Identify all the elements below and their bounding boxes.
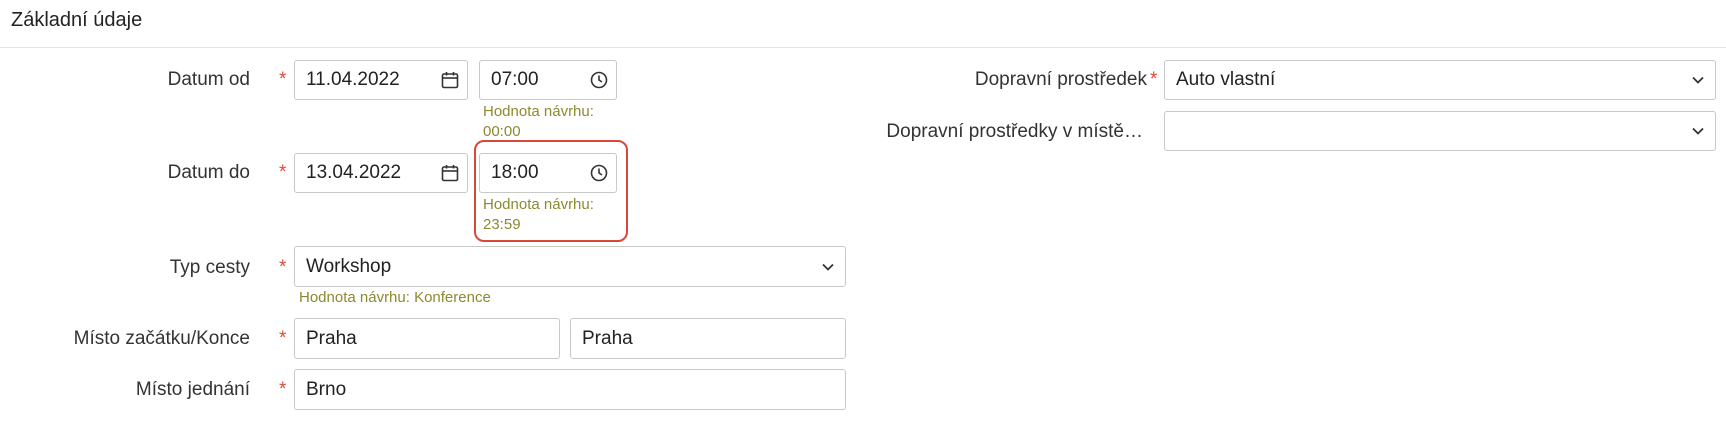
typ-cesty-value: Workshop — [306, 255, 392, 277]
datum-od-hint-line1: Hodnota návrhu: — [483, 103, 594, 120]
misto-jednani-value: Brno — [306, 378, 347, 400]
datum-do-date-input[interactable]: 13.04.2022 — [294, 153, 468, 193]
required-mark: * — [279, 69, 287, 90]
misto-konce-input[interactable]: Praha — [570, 318, 846, 359]
typ-cesty-hint: Hodnota návrhu: Konference — [299, 289, 491, 306]
section-title: Základní údaje — [11, 9, 143, 31]
calendar-icon[interactable] — [433, 154, 467, 192]
dopravni-prostredek-label: Dopravní prostředek — [974, 69, 1147, 90]
misto-zacatku-label: Místo začátku/Konce — [73, 328, 250, 349]
dopravni-prostredek-value: Auto vlastní — [1176, 69, 1276, 90]
calendar-icon[interactable] — [433, 61, 467, 99]
highlight-box — [474, 140, 628, 242]
misto-zacatku-value: Praha — [306, 327, 357, 349]
datum-od-hint-line2: 00:00 — [483, 123, 521, 140]
chevron-down-icon[interactable] — [1681, 112, 1715, 150]
datum-od-label: Datum od — [167, 69, 250, 90]
required-mark: * — [279, 162, 287, 183]
datum-do-label: Datum do — [167, 162, 250, 183]
dopravni-prostredky-miste-select[interactable] — [1164, 111, 1716, 151]
chevron-down-icon[interactable] — [811, 247, 845, 286]
required-mark: * — [279, 379, 287, 400]
dopravni-prostredek-select[interactable]: Auto vlastní — [1164, 60, 1716, 100]
typ-cesty-select[interactable]: Workshop — [294, 246, 846, 287]
typ-cesty-label: Typ cesty — [169, 257, 250, 278]
datum-od-date-input[interactable]: 11.04.2022 — [294, 60, 468, 100]
required-mark: * — [279, 328, 287, 349]
chevron-down-icon[interactable] — [1681, 61, 1715, 99]
misto-konce-value: Praha — [582, 327, 633, 349]
required-mark: * — [1150, 69, 1158, 90]
required-mark: * — [279, 257, 287, 278]
misto-jednani-input[interactable]: Brno — [294, 369, 846, 410]
misto-jednani-label: Místo jednání — [135, 379, 250, 400]
misto-zacatku-input[interactable]: Praha — [294, 318, 560, 359]
datum-od-date-value: 11.04.2022 — [306, 69, 400, 90]
clock-icon[interactable] — [582, 61, 616, 99]
datum-od-time-input[interactable]: 07:00 — [479, 60, 617, 100]
datum-do-date-value: 13.04.2022 — [306, 162, 402, 183]
dopravni-prostredky-miste-label: Dopravní prostředky v místě… — [886, 121, 1143, 142]
datum-od-time-value: 07:00 — [491, 69, 539, 90]
section-divider — [0, 47, 1726, 48]
